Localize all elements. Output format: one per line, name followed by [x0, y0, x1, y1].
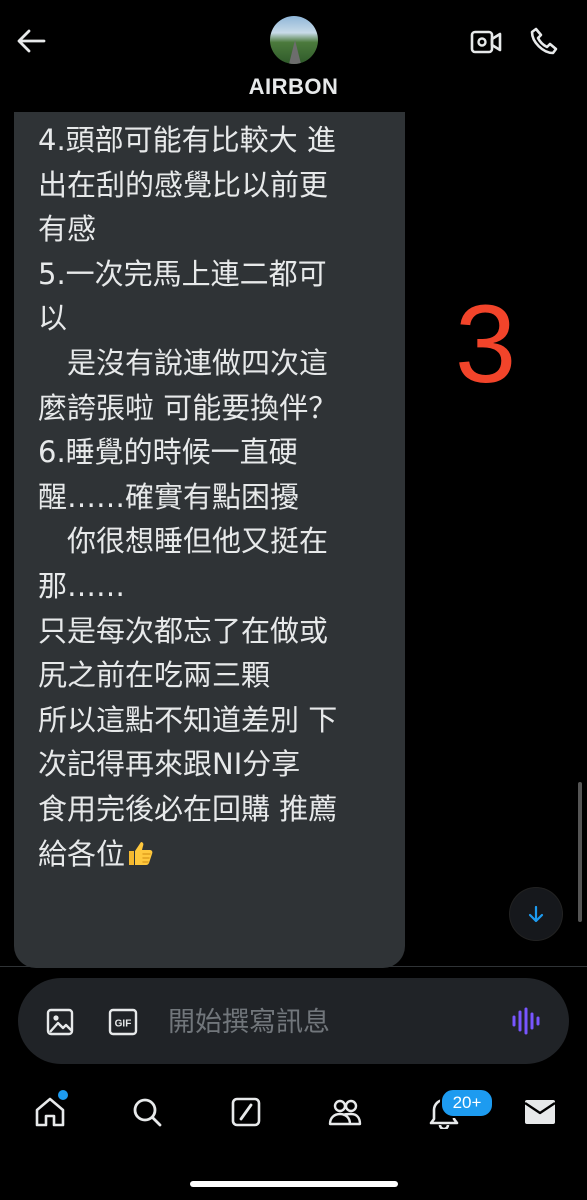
- arrow-down-icon: [528, 905, 544, 923]
- message-input[interactable]: [166, 1000, 490, 1044]
- home-icon: [35, 1097, 65, 1127]
- message-line: 以: [38, 301, 68, 336]
- back-arrow-icon: [17, 29, 46, 53]
- contact-avatar[interactable]: [270, 16, 318, 64]
- tab-search[interactable]: [127, 1092, 167, 1132]
- search-icon: [133, 1098, 162, 1127]
- message-bubble[interactable]: 4.頭部可能有比較大 進 出在刮的感覺比以前更 有感 5.一次完馬上連二都可 以…: [14, 112, 405, 968]
- call-button[interactable]: [526, 24, 562, 58]
- notification-count-badge: 20+: [440, 1088, 494, 1118]
- overlay-number-annotation: 3: [455, 283, 517, 406]
- message-line: 麼誇張啦 可能要換伴？: [38, 390, 338, 425]
- home-notification-dot: [58, 1090, 68, 1100]
- message-composer: GIF: [18, 978, 569, 1064]
- message-line: 次記得再來跟NI分享: [38, 747, 301, 782]
- image-icon: [46, 1008, 74, 1036]
- message-line-with-emoji: 給各位: [38, 832, 393, 877]
- message-line: 是沒有說連做四次這: [38, 345, 329, 380]
- phone-icon: [530, 27, 558, 55]
- message-line: 出在刮的感覺比以前更: [38, 167, 329, 202]
- message-line: 食用完後必在回購 推薦: [38, 791, 338, 826]
- voice-waveform-icon: [512, 1007, 540, 1035]
- scrollbar[interactable]: [578, 782, 582, 922]
- tab-communities[interactable]: [325, 1092, 365, 1132]
- bottom-tab-bar: 20+: [0, 1078, 587, 1148]
- message-line: 有感: [38, 212, 97, 247]
- home-indicator: [190, 1181, 398, 1187]
- message-text: 4.頭部可能有比較大 進 出在刮的感覺比以前更 有感 5.一次完馬上連二都可 以…: [38, 118, 393, 876]
- message-line: 只是每次都忘了在做或: [38, 613, 329, 648]
- message-line: 你很想睡但他又挺在: [38, 524, 329, 559]
- message-line: 醒……確實有點困擾: [38, 479, 300, 514]
- conversation-header: AIRBON: [0, 0, 587, 112]
- tab-messages[interactable]: [520, 1092, 560, 1132]
- video-call-icon: [470, 30, 502, 54]
- svg-text:GIF: GIF: [115, 1019, 132, 1030]
- thumbs-up-emoji: [129, 841, 153, 865]
- grok-icon: [231, 1097, 261, 1127]
- avatar-road-shape: [289, 40, 301, 64]
- message-line: 那……: [38, 568, 126, 603]
- message-line: 5.一次完馬上連二都可: [38, 256, 327, 291]
- message-line: 4.頭部可能有比較大 進: [38, 123, 336, 157]
- contact-name[interactable]: AIRBON: [0, 74, 587, 100]
- message-line: 尻之前在吃兩三顆: [38, 658, 271, 693]
- back-button[interactable]: [14, 26, 48, 56]
- gif-icon: GIF: [108, 1008, 138, 1036]
- video-call-button[interactable]: [468, 26, 504, 58]
- voice-message-button[interactable]: [510, 1004, 544, 1038]
- composer-divider: [0, 966, 587, 967]
- scroll-to-bottom-button[interactable]: [510, 888, 562, 940]
- add-gif-button[interactable]: GIF: [107, 1006, 139, 1038]
- message-line: 給各位: [38, 836, 126, 871]
- tab-grok[interactable]: [226, 1092, 266, 1132]
- communities-icon: [328, 1099, 362, 1126]
- messages-icon: [524, 1100, 556, 1124]
- message-line: 所以這點不知道差別 下: [38, 702, 338, 737]
- message-line: 6.睡覺的時候一直硬: [38, 435, 298, 470]
- add-image-button[interactable]: [44, 1006, 76, 1038]
